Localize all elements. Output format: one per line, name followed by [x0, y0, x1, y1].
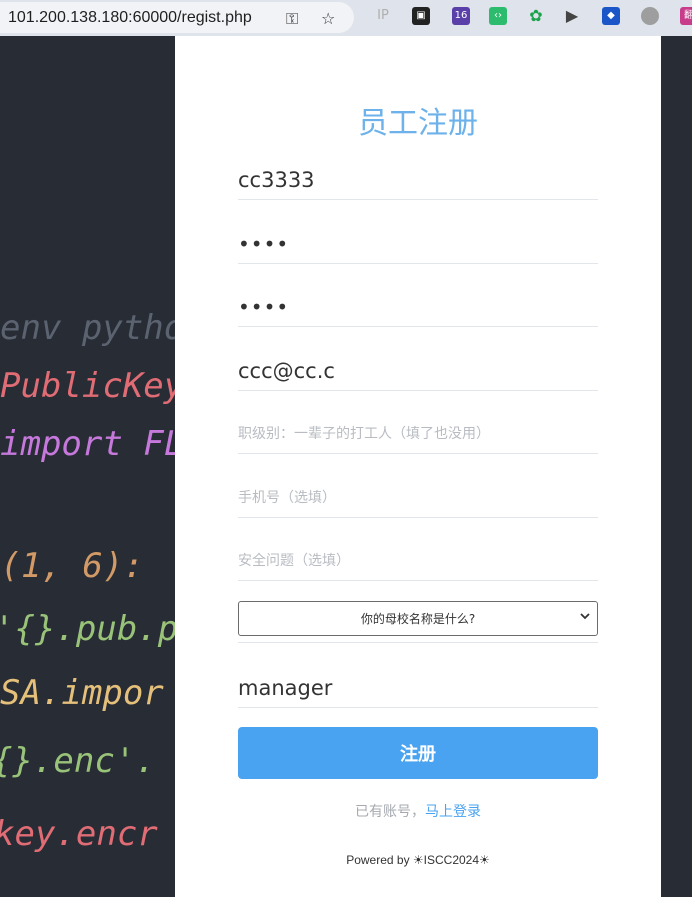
- code-line: key.encr: [0, 814, 158, 854]
- security-question-input[interactable]: [238, 541, 598, 580]
- star-icon[interactable]: ☆: [321, 9, 335, 28]
- register-button[interactable]: 注册: [238, 727, 598, 779]
- pink-extension-icon[interactable]: 翻: [680, 7, 692, 25]
- code-line: SA.impor: [0, 673, 164, 713]
- password-field[interactable]: [238, 224, 598, 264]
- key-icon[interactable]: ⚿: [286, 9, 298, 29]
- question-select[interactable]: 你的母校名称是什么?: [239, 602, 597, 635]
- powered-by-footer: Powered by ☀ISCC2024☀: [346, 853, 490, 867]
- phone-input[interactable]: [238, 478, 598, 517]
- username-field[interactable]: [238, 160, 598, 200]
- shield-extension-icon[interactable]: ◆: [602, 7, 620, 25]
- confirm-password-input[interactable]: [238, 287, 598, 326]
- code-line: env pytho: [0, 308, 185, 348]
- page-title: 员工注册: [358, 106, 478, 141]
- ip-extension-icon[interactable]: IP: [374, 7, 392, 25]
- email-field[interactable]: [238, 351, 598, 391]
- register-card: 员工注册 你的母校名称是什么? 注册 已有账号，马上登录 Powered by …: [175, 36, 661, 897]
- code-line: PublicKey: [0, 366, 185, 406]
- answer-field[interactable]: [238, 668, 598, 708]
- question-select-wrapper[interactable]: 你的母校名称是什么?: [238, 601, 598, 636]
- level-field[interactable]: [238, 414, 598, 454]
- code-extension-icon[interactable]: ‹›: [489, 7, 507, 25]
- phone-field[interactable]: [238, 478, 598, 518]
- code-line: import FL: [0, 424, 185, 464]
- have-account-text: 已有账号，: [355, 804, 425, 820]
- answer-input[interactable]: [238, 668, 598, 707]
- browser-toolbar: 101.200.138.180:60000/regist.php ⚿ ☆ IP …: [0, 0, 692, 36]
- email-input[interactable]: [238, 351, 598, 390]
- login-prompt: 已有账号，马上登录: [175, 801, 661, 821]
- security-question-field[interactable]: [238, 541, 598, 581]
- username-input[interactable]: [238, 160, 598, 199]
- address-bar[interactable]: 101.200.138.180:60000/regist.php ⚿ ☆: [0, 2, 354, 33]
- extension-icon[interactable]: ▣: [412, 7, 430, 25]
- divider: [238, 642, 598, 643]
- code-line: {}.enc'.: [0, 741, 156, 781]
- code-line: e(1, 6):: [0, 546, 144, 586]
- confirm-password-field[interactable]: [238, 287, 598, 327]
- login-link[interactable]: 马上登录: [425, 804, 481, 820]
- badge-extension-icon[interactable]: 16: [452, 7, 470, 25]
- level-input[interactable]: [238, 414, 598, 453]
- play-extension-icon[interactable]: ▶: [563, 7, 581, 25]
- circle-extension-icon[interactable]: [641, 7, 659, 25]
- password-input[interactable]: [238, 224, 598, 263]
- gear-extension-icon[interactable]: ✿: [527, 7, 545, 25]
- url-text[interactable]: 101.200.138.180:60000/regist.php: [8, 9, 252, 27]
- code-line: '{}.pub.p: [0, 609, 179, 649]
